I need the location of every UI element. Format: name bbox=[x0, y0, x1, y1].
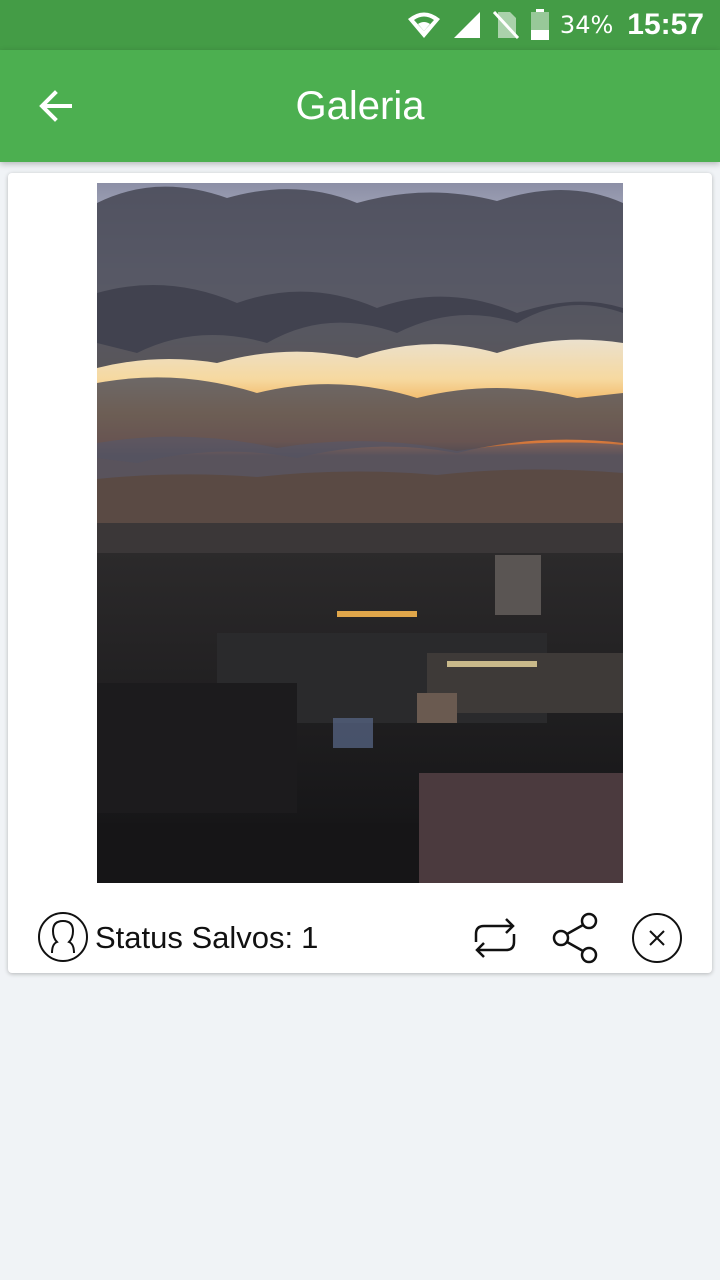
page-title: Galeria bbox=[295, 84, 425, 128]
status-image[interactable] bbox=[97, 183, 623, 883]
back-button[interactable] bbox=[24, 74, 88, 138]
system-status-bar: 34% 15:57 bbox=[0, 0, 720, 50]
saved-status-label: Status Salvos: 1 bbox=[95, 913, 326, 963]
repost-icon bbox=[474, 918, 516, 958]
arrow-left-icon bbox=[39, 90, 72, 122]
status-icons: 34% 15:57 bbox=[406, 0, 704, 50]
status-card: Status Salvos: 1 bbox=[8, 173, 712, 973]
delete-button[interactable] bbox=[630, 911, 684, 965]
no-sim-icon bbox=[492, 10, 520, 40]
repost-button[interactable] bbox=[468, 911, 522, 965]
share-icon bbox=[552, 912, 598, 964]
card-footer: Status Salvos: 1 bbox=[8, 901, 712, 965]
close-circle-icon bbox=[632, 913, 682, 963]
battery-icon bbox=[530, 9, 550, 41]
saved-status-text: Status Salvos: bbox=[95, 920, 294, 955]
wifi-icon bbox=[406, 10, 442, 40]
clock: 15:57 bbox=[627, 8, 704, 41]
signal-icon bbox=[452, 10, 482, 40]
battery-percent: 34% bbox=[559, 11, 614, 39]
saved-status-count: 1 bbox=[301, 920, 319, 955]
app-bar: Galeria bbox=[0, 50, 720, 162]
share-button[interactable] bbox=[549, 911, 603, 965]
person-icon bbox=[37, 911, 89, 963]
